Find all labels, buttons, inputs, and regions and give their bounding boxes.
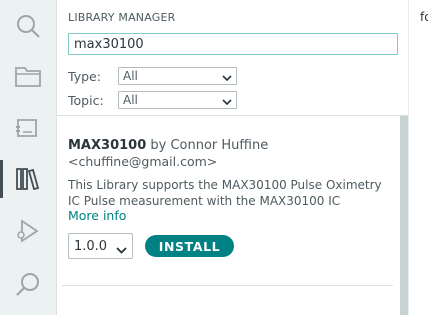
search-icon (15, 13, 41, 39)
topic-filter-label: Topic: (68, 93, 104, 108)
chevron-down-icon (222, 71, 232, 85)
search-icon (15, 271, 41, 297)
library-title: MAX30100 by Connor Huffine (68, 138, 268, 153)
board-icon (15, 116, 41, 140)
more-info-link[interactable]: More info (68, 208, 126, 223)
activity-bar (0, 0, 57, 315)
editor-area[interactable]: fo (408, 0, 428, 315)
library-search-input[interactable] (68, 33, 398, 55)
library-manager-panel: LIBRARY MANAGER Type: All Topic: All MAX… (57, 0, 408, 315)
library-author: by Connor Huffine (150, 138, 269, 153)
library-list: MAX30100 by Connor Huffine <chuffine@gma… (57, 116, 399, 315)
sidebar-boards-button[interactable] (0, 104, 56, 152)
sidebar-debug-button[interactable] (0, 207, 56, 255)
list-item-divider (62, 285, 393, 286)
chevron-down-icon (116, 243, 127, 258)
type-filter-select[interactable]: All (118, 67, 237, 85)
panel-title: LIBRARY MANAGER (68, 11, 176, 24)
sidebar-search-button[interactable] (0, 2, 56, 50)
version-value: 1.0.0 (74, 239, 108, 254)
folder-icon (15, 65, 41, 87)
topic-filter-value: All (123, 93, 138, 107)
library-email: <chuffine@gmail.com> (68, 154, 218, 169)
debug-icon (15, 218, 41, 244)
editor-text: fo (420, 10, 428, 24)
chevron-down-icon (222, 95, 232, 109)
library-icon (15, 166, 41, 192)
type-filter-label: Type: (68, 69, 101, 84)
list-scrollbar[interactable] (400, 116, 408, 315)
library-description: This Library supports the MAX30100 Pulse… (68, 178, 382, 208)
topic-filter-select[interactable]: All (118, 91, 237, 109)
type-filter-value: All (123, 69, 138, 83)
version-select[interactable]: 1.0.0 (68, 233, 133, 259)
install-button[interactable]: INSTALL (145, 235, 234, 257)
sidebar-search-button-2[interactable] (0, 260, 56, 308)
library-name: MAX30100 (68, 138, 147, 153)
sidebar-sketchbook-button[interactable] (0, 52, 56, 100)
sidebar-library-button[interactable] (0, 155, 56, 203)
